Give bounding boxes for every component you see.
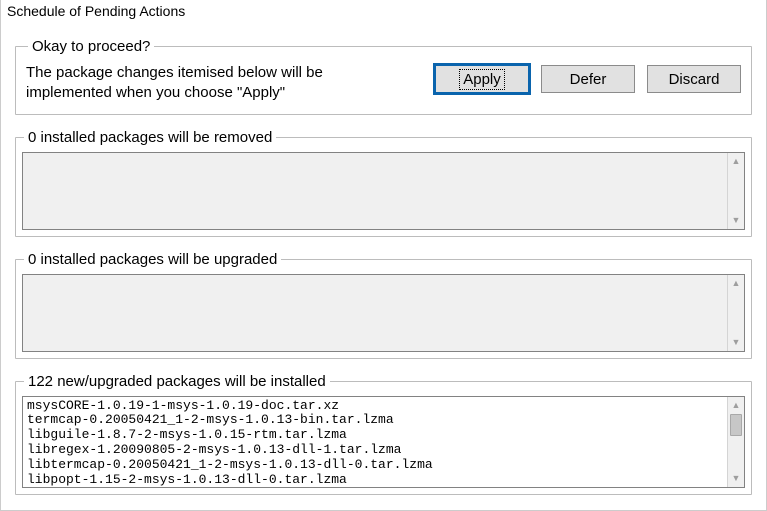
scroll-down-icon[interactable]: ▼ — [728, 470, 744, 487]
scrollbar[interactable]: ▲ ▼ — [727, 275, 744, 351]
scroll-up-icon[interactable]: ▲ — [728, 397, 744, 414]
scroll-up-icon[interactable]: ▲ — [728, 275, 744, 292]
window-title: Schedule of Pending Actions — [1, 0, 766, 24]
scroll-thumb[interactable] — [730, 414, 742, 436]
scroll-up-icon[interactable]: ▲ — [728, 153, 744, 170]
scroll-track[interactable] — [728, 414, 744, 470]
removed-group: 0 installed packages will be removed ▲ ▼ — [15, 129, 752, 237]
proceed-text: The package changes itemised below will … — [26, 63, 406, 104]
installed-group: 122 new/upgraded packages will be instal… — [15, 373, 752, 495]
upgraded-list-area[interactable] — [23, 275, 727, 351]
scroll-track[interactable] — [728, 292, 744, 334]
removed-list: ▲ ▼ — [22, 152, 745, 230]
installed-list-area[interactable]: msysCORE-1.0.19-1-msys-1.0.19-doc.tar.xz… — [23, 397, 727, 487]
button-row: Apply Defer Discard — [435, 63, 741, 93]
proceed-row: The package changes itemised below will … — [26, 63, 741, 104]
installed-legend: 122 new/upgraded packages will be instal… — [24, 373, 330, 390]
scroll-down-icon[interactable]: ▼ — [728, 334, 744, 351]
defer-button[interactable]: Defer — [541, 65, 635, 93]
removed-list-area[interactable] — [23, 153, 727, 229]
proceed-group: Okay to proceed? The package changes ite… — [15, 38, 752, 115]
upgraded-list: ▲ ▼ — [22, 274, 745, 352]
scroll-down-icon[interactable]: ▼ — [728, 212, 744, 229]
upgraded-legend: 0 installed packages will be upgraded — [24, 251, 281, 268]
proceed-legend: Okay to proceed? — [28, 38, 154, 55]
removed-legend: 0 installed packages will be removed — [24, 129, 276, 146]
scrollbar[interactable]: ▲ ▼ — [727, 153, 744, 229]
upgraded-group: 0 installed packages will be upgraded ▲ … — [15, 251, 752, 359]
discard-button[interactable]: Discard — [647, 65, 741, 93]
installed-list: msysCORE-1.0.19-1-msys-1.0.19-doc.tar.xz… — [22, 396, 745, 488]
dialog-window: Schedule of Pending Actions Okay to proc… — [0, 0, 767, 511]
apply-button[interactable]: Apply — [435, 65, 529, 93]
scrollbar[interactable]: ▲ ▼ — [727, 397, 744, 487]
scroll-track[interactable] — [728, 170, 744, 212]
dialog-content: Okay to proceed? The package changes ite… — [1, 38, 766, 505]
